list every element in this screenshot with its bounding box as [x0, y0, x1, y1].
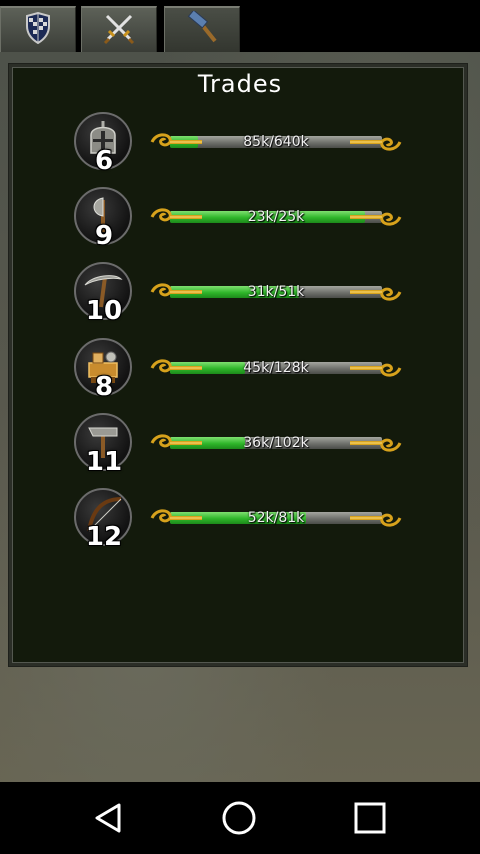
trade-progress-bar: 85k/640k [150, 130, 402, 154]
game-screen: Trades 6 85k/640k 9 23k/25k 10 31k/51k 8 45k/12… [0, 0, 480, 782]
progress-label: 31k/51k [247, 284, 305, 300]
trade-level: 8 [94, 372, 114, 402]
back-icon [92, 801, 126, 839]
trade-row[interactable]: 8 45k/128k [0, 338, 480, 412]
trade-level: 6 [94, 146, 114, 176]
progress-label: 52k/81k [247, 510, 305, 526]
home-button[interactable] [209, 800, 269, 840]
tab-combat[interactable] [81, 6, 157, 52]
tab-trades[interactable] [164, 6, 240, 52]
tab-shield[interactable] [0, 6, 76, 52]
progress-label: 85k/640k [243, 134, 309, 150]
trade-progress-bar: 36k/102k [150, 431, 402, 455]
progress-label: 36k/102k [243, 435, 309, 451]
trade-row[interactable]: 6 85k/640k [0, 112, 480, 186]
trade-row[interactable]: 10 31k/51k [0, 262, 480, 336]
trade-level: 11 [85, 447, 123, 477]
progress-label: 45k/128k [243, 360, 309, 376]
trade-level: 10 [85, 296, 123, 326]
trade-progress-bar: 45k/128k [150, 356, 402, 380]
trade-level: 9 [94, 221, 114, 251]
recents-icon [353, 801, 387, 839]
panel-title: Trades [197, 70, 283, 98]
trade-row[interactable]: 11 36k/102k [0, 413, 480, 487]
shield-icon [23, 11, 53, 48]
trade-progress-bar: 52k/81k [150, 506, 402, 530]
trade-progress-bar: 23k/25k [150, 205, 402, 229]
hammer-icon [185, 9, 219, 49]
trade-level: 12 [85, 522, 123, 552]
back-button[interactable] [79, 800, 139, 840]
crossed-swords-icon [102, 11, 136, 49]
trade-row[interactable]: 9 23k/25k [0, 187, 480, 261]
home-icon [221, 800, 257, 840]
progress-label: 23k/25k [247, 209, 305, 225]
recents-button[interactable] [340, 800, 400, 840]
trade-row[interactable]: 12 52k/81k [0, 488, 480, 562]
android-nav-bar [0, 782, 480, 854]
trade-progress-bar: 31k/51k [150, 280, 402, 304]
